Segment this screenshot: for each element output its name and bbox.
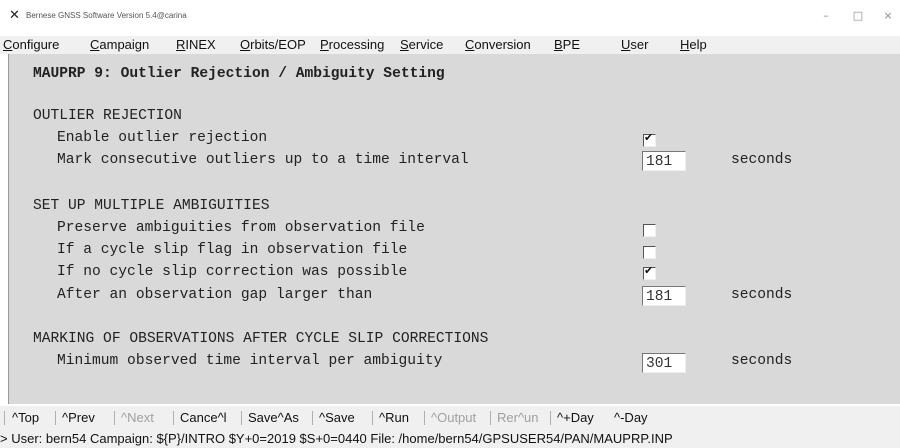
enable-outlier-checkbox[interactable]: ✔ [643,131,656,147]
status-bar: > User: bern54 Campaign: ${P}/INTRO $Y+0… [0,428,900,448]
status-text: > User: bern54 Campaign: ${P}/INTRO $Y+0… [0,431,673,446]
close-button[interactable]: × [876,8,900,24]
run-button[interactable]: ^Run [379,410,409,425]
menu-help[interactable]: Help [680,37,707,52]
no-correction-label: If no cycle slip correction was possible [57,264,408,280]
menu-bar: Configure Campaign RINEX Orbits/EOP Proc… [0,36,900,54]
toolbar-separator [372,411,373,425]
toolbar-separator [4,411,5,425]
checkmark-icon: ✔ [644,264,654,277]
plus-day-button[interactable]: ^+Day [557,410,594,425]
panel-heading: MAUPRP 9: Outlier Rejection / Ambiguity … [33,66,445,82]
gap-label: After an observation gap larger than [57,287,373,303]
menu-user[interactable]: User [621,37,648,52]
toolbar-separator [312,411,313,425]
gap-field[interactable]: 181 [642,286,686,306]
menu-campaign[interactable]: Campaign [90,37,149,52]
toolbar-separator [241,411,242,425]
menu-processing[interactable]: Processing [320,37,384,52]
input-panel: MAUPRP 9: Outlier Rejection / Ambiguity … [8,54,900,404]
interval-label: Mark consecutive outliers up to a time i… [57,152,469,168]
menu-service[interactable]: Service [400,37,443,52]
section-multiple-ambiguities: SET UP MULTIPLE AMBIGUITIES [33,198,270,214]
output-button[interactable]: ^Output [431,410,476,425]
menu-rinex[interactable]: RINEX [176,37,216,52]
enable-outlier-label: Enable outlier rejection [57,130,268,146]
top-button[interactable]: ^Top [12,410,39,425]
toolbar-separator [114,411,115,425]
toolbar-separator [550,411,551,425]
cancel-button[interactable]: Cance^l [180,410,227,425]
interval-field[interactable]: 181 [642,151,686,171]
menu-conversion[interactable]: Conversion [465,37,531,52]
window-title: Bernese GNSS Software Version 5.4@carina [26,11,187,20]
checkmark-icon: ✔ [644,131,654,144]
menu-bpe[interactable]: BPE [554,37,580,52]
x-app-icon: ✕ [9,8,20,23]
window-titlebar: ✕ Bernese GNSS Software Version 5.4@cari… [0,0,900,36]
menu-orbits-eop[interactable]: Orbits/EOP [240,37,306,52]
preserve-ambiguities-label: Preserve ambiguities from observation fi… [57,220,425,236]
save-button[interactable]: ^Save [319,410,355,425]
section-outlier-rejection: OUTLIER REJECTION [33,108,182,124]
save-as-button[interactable]: Save^As [248,410,299,425]
toolbar-separator [55,411,56,425]
cycleslip-flag-checkbox[interactable] [643,246,656,259]
interval-unit: seconds [731,152,793,168]
toolbar-separator [173,411,174,425]
min-interval-label: Minimum observed time interval per ambig… [57,353,443,369]
minus-day-button[interactable]: ^-Day [614,410,648,425]
min-interval-field[interactable]: 301 [642,353,686,373]
preserve-ambiguities-checkbox[interactable] [643,224,656,237]
prev-button[interactable]: ^Prev [62,410,95,425]
menu-configure[interactable]: Configure [3,37,59,52]
toolbar-separator [490,411,491,425]
toolbar-separator [424,411,425,425]
gap-unit: seconds [731,287,793,303]
maximize-button[interactable]: □ [846,8,870,24]
no-correction-checkbox[interactable]: ✔ [643,264,656,280]
min-interval-unit: seconds [731,353,793,369]
rerun-button[interactable]: Rer^un [497,410,539,425]
cycleslip-flag-label: If a cycle slip flag in observation file [57,242,408,258]
section-marking: MARKING OF OBSERVATIONS AFTER CYCLE SLIP… [33,331,489,347]
minimize-button[interactable]: – [814,8,838,24]
next-button[interactable]: ^Next [121,410,154,425]
bottom-toolbar: ^Top ^Prev ^Next Cance^l Save^As ^Save ^… [0,406,900,428]
